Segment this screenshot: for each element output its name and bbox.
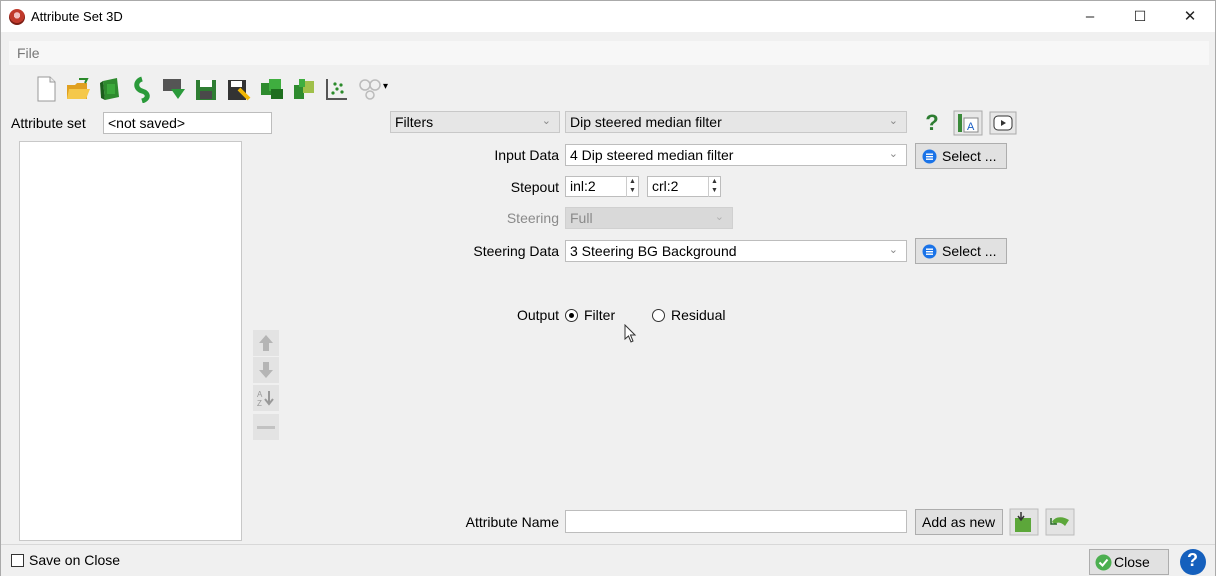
close-button-label: Close (1114, 554, 1150, 570)
steering-data-select[interactable]: 3 Steering BG Background ⌄ (565, 240, 907, 262)
minimize-button[interactable]: – (1067, 1, 1113, 32)
select-button-label: Select ... (942, 148, 997, 164)
menu-file[interactable]: File (17, 45, 40, 61)
input-data-select[interactable]: 4 Dip steered median filter ⌄ (565, 144, 907, 166)
stepout-crossline-input[interactable]: crl:2 ▲ ▼ (647, 176, 721, 197)
help-icon-glyph: ? (1187, 550, 1198, 570)
revert-changes-icon[interactable] (1045, 508, 1075, 536)
app-icon (9, 9, 25, 25)
evaluate-icon[interactable] (259, 75, 285, 103)
maximize-button[interactable]: ☐ (1117, 1, 1163, 32)
move-up-icon[interactable] (253, 330, 279, 356)
open-folder-icon[interactable] (65, 75, 91, 103)
stepout-crossline-value: crl:2 (652, 178, 679, 194)
new-file-icon[interactable] (33, 75, 59, 103)
attribute-info-icon[interactable]: A (953, 110, 983, 136)
import-icon[interactable] (129, 75, 155, 103)
svg-text:A: A (257, 390, 263, 399)
close-window-button[interactable]: ✕ (1167, 1, 1213, 32)
chevron-down-icon: ⌄ (541, 115, 551, 127)
chevron-down-icon: ⌄ (888, 115, 898, 127)
crossplot-icon[interactable] (323, 75, 349, 103)
attribute-category-select[interactable]: Filters ⌄ (390, 111, 560, 133)
chevron-down-icon: ⌄ (714, 211, 724, 223)
reimport-icon[interactable] (161, 75, 187, 103)
input-data-value: 4 Dip steered median filter (570, 147, 734, 163)
play-video-icon[interactable] (989, 111, 1017, 135)
attribute-set-label: Attribute set (11, 115, 86, 131)
stepout-inline-input[interactable]: inl:2 ▲ ▼ (565, 176, 639, 197)
link-icon[interactable] (357, 75, 383, 103)
mouse-cursor-icon (624, 324, 637, 343)
toolbar: ▾ (9, 69, 1209, 109)
attribute-list[interactable] (19, 141, 242, 541)
output-label: Output (516, 307, 559, 323)
svg-text:A: A (967, 121, 975, 133)
attribute-method-value: Dip steered median filter (570, 114, 722, 130)
steering-value: Full (570, 210, 593, 226)
attribute-name-label: Attribute Name (465, 514, 559, 530)
database-icon (922, 149, 937, 164)
svg-text:Z: Z (257, 399, 262, 408)
output-residual-label[interactable]: Residual (671, 307, 725, 323)
main-panel: Attribute set <not saved> Filters ⌄ Dip … (9, 110, 1209, 544)
stepout-inline-value: inl:2 (570, 178, 596, 194)
check-circle-icon (1095, 554, 1112, 571)
bottom-bar: Save on Close Close ? (1, 544, 1215, 576)
output-residual-radio[interactable] (652, 309, 665, 322)
attribute-set-name-input[interactable]: <not saved> (103, 112, 272, 134)
attribute-method-select[interactable]: Dip steered median filter ⌄ (565, 111, 907, 133)
sort-az-icon[interactable]: AZ (253, 385, 279, 411)
attribute-name-input[interactable] (565, 510, 907, 533)
steering-data-label: Steering Data (473, 243, 559, 259)
steering-select: Full ⌄ (565, 207, 733, 229)
select-button-label: Select ... (942, 243, 997, 259)
output-filter-radio[interactable] (565, 309, 578, 322)
output-filter-label[interactable]: Filter (584, 307, 615, 323)
input-data-label: Input Data (494, 147, 559, 163)
chevron-down-icon: ⌄ (888, 244, 898, 256)
save-icon[interactable] (193, 75, 219, 103)
save-as-icon[interactable] (225, 75, 251, 103)
steering-data-select-button[interactable]: Select ... (915, 238, 1007, 264)
stepout-inline-spinner[interactable]: ▲ ▼ (626, 177, 638, 197)
database-icon (922, 244, 937, 259)
stepout-label: Stepout (510, 179, 559, 195)
open-default-set-icon[interactable] (97, 75, 123, 103)
attribute-category-value: Filters (395, 114, 434, 130)
save-on-close-label[interactable]: Save on Close (29, 552, 120, 568)
add-to-set-icon[interactable] (1009, 508, 1039, 536)
help-question-icon[interactable]: ? (921, 110, 943, 135)
menu-bar: File (9, 41, 1209, 65)
chevron-down-icon: ⌄ (888, 148, 898, 160)
steering-label: Steering (506, 210, 559, 226)
save-on-close-checkbox[interactable] (11, 554, 24, 567)
stepout-crossline-spinner[interactable]: ▲ ▼ (708, 177, 720, 197)
attribute-set-window: Attribute Set 3D – ☐ ✕ File ▾ Attribute … (0, 0, 1216, 576)
add-as-new-button[interactable]: Add as new (915, 509, 1003, 535)
toolbar-dropdown-arrow-icon[interactable]: ▾ (383, 81, 388, 92)
remove-icon[interactable] (253, 414, 279, 440)
title-bar: Attribute Set 3D – ☐ ✕ (1, 1, 1215, 32)
window-title: Attribute Set 3D (31, 9, 123, 24)
steering-data-value: 3 Steering BG Background (570, 243, 737, 259)
close-button[interactable]: Close (1089, 549, 1169, 575)
move-down-icon[interactable] (253, 357, 279, 383)
input-data-select-button[interactable]: Select ... (915, 143, 1007, 169)
evaluate-all-icon[interactable] (291, 75, 317, 103)
